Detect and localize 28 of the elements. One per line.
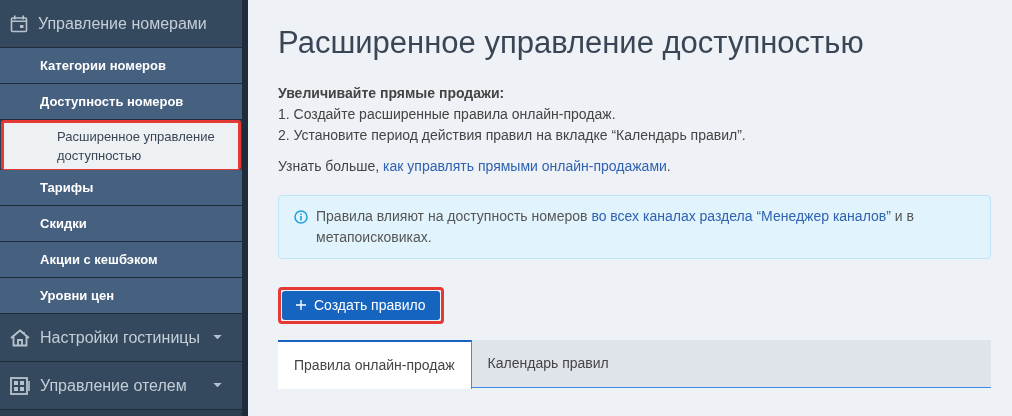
sidebar-item[interactable]: Доступность номеров — [0, 84, 242, 120]
channel-manager-link[interactable]: во всех каналах раздела “Менеджер каналов” — [591, 207, 891, 224]
tab[interactable]: Календарь правил — [471, 339, 625, 388]
calendar-icon — [10, 14, 28, 33]
sidebar-section[interactable]: Настройки гостиницы — [0, 314, 242, 362]
sidebar-item[interactable]: Расширенное управление доступностью — [1, 120, 241, 170]
sidebar-section[interactable]: Управление отелем — [0, 362, 242, 410]
create-rule-button[interactable]: Создать правило — [282, 290, 440, 320]
sidebar-item[interactable]: Скидки — [0, 206, 242, 242]
step-text: 1. Создайте расширенные правила онлайн-продаж. — [278, 104, 616, 124]
page-title: Расширенное управление доступностью — [278, 24, 865, 62]
caret-icon — [213, 335, 222, 340]
sidebar-item[interactable]: Акции с кешбэком — [0, 242, 242, 278]
caret-icon — [213, 383, 222, 388]
sidebar-item[interactable]: Уровни цен — [0, 278, 242, 314]
tab[interactable]: Правила онлайн-продаж — [278, 339, 472, 389]
help-link[interactable]: как управлять прямыми онлайн-продажами — [383, 157, 667, 174]
sidebar-section[interactable]: Управление номерами — [0, 0, 242, 48]
info-icon — [294, 209, 308, 224]
info-text: Правила влияют на доступность номеров во всех каналах раздела “Менеджер каналов” и в метапоисковиках. — [316, 206, 915, 247]
sidebar-item[interactable]: Тарифы — [0, 170, 242, 206]
learn-more-text: Узнать больше, как управлять прямыми онлайн-продажами. — [278, 156, 671, 176]
intro-heading: Увеличивайте прямые продажи: — [278, 83, 505, 103]
plus-icon — [296, 300, 306, 311]
grid-icon — [10, 376, 30, 395]
step-text: 2. Установите период действия правил на вкладке “Календарь правил”. — [278, 125, 746, 145]
sidebar-item[interactable]: Категории номеров — [0, 48, 242, 84]
house-icon — [10, 328, 30, 347]
